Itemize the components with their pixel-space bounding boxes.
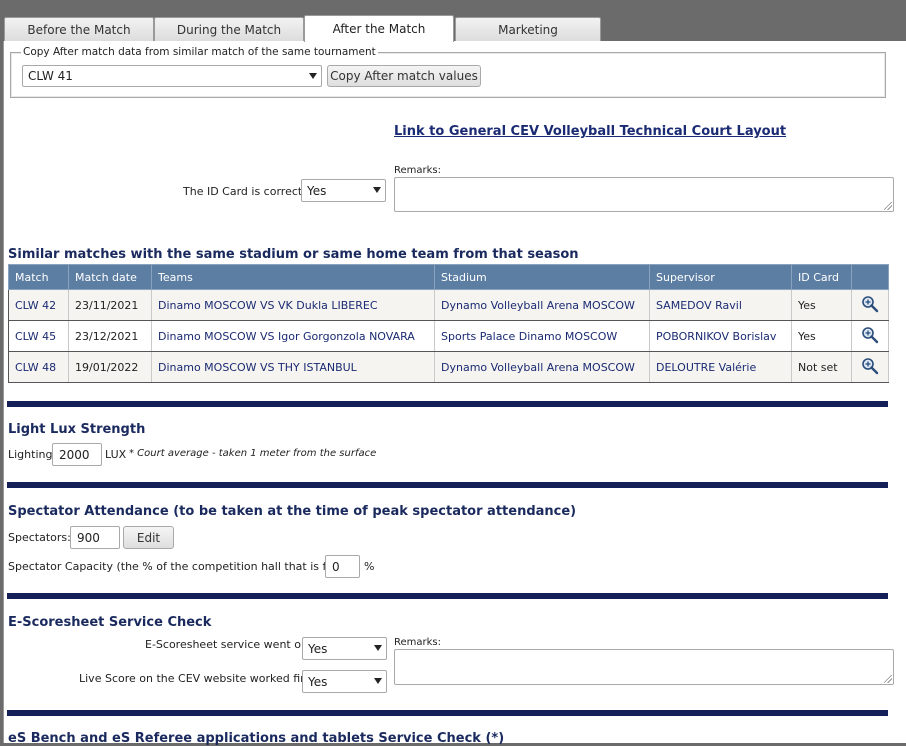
lighting-input-value: 2000	[59, 447, 90, 462]
escoresheet-service-label: E-Scoresheet service went ok:	[145, 638, 312, 651]
similar-match-select-value: CLW 41	[28, 69, 73, 83]
edit-button-label: Edit	[136, 530, 161, 545]
court-layout-link[interactable]: Link to General CEV Volleyball Technical…	[394, 124, 786, 139]
chevron-down-icon	[374, 678, 382, 684]
column-header-actions	[851, 264, 889, 290]
light-title: Light Lux Strength	[8, 422, 146, 437]
cell-supervisor: POBORNIKOV Borislav	[649, 320, 792, 352]
tab-label: Marketing	[498, 23, 558, 37]
chevron-down-icon	[374, 645, 382, 651]
column-header-supervisor[interactable]: Supervisor	[649, 264, 792, 290]
similar-match-select[interactable]: CLW 41	[22, 65, 322, 87]
capacity-input-value: 0	[332, 559, 340, 574]
similar-matches-table: Match Match date Teams Stadium Superviso…	[8, 264, 889, 383]
table-row: CLW 48 19/01/2022 Dinamo MOSCOW VS THY I…	[8, 351, 889, 383]
cell-supervisor: SAMEDOV Ravil	[649, 289, 792, 321]
lighting-label: Lighting	[8, 448, 53, 461]
tab-marketing[interactable]: Marketing	[455, 17, 601, 42]
spectators-title: Spectator Attendance (to be taken at the…	[8, 504, 577, 519]
cell-stadium: Sports Palace Dinamo MOSCOW	[434, 320, 650, 352]
magnifier-plus-icon[interactable]	[861, 326, 879, 344]
tab-label: After the Match	[332, 22, 426, 36]
edit-spectators-button[interactable]: Edit	[123, 526, 174, 549]
spectators-label: Spectators:	[8, 531, 71, 544]
escoresheet-service-select[interactable]: Yes	[302, 637, 387, 660]
cell-match: CLW 42	[8, 289, 69, 321]
tab-bar: Before the Match During the Match After …	[0, 0, 906, 42]
cell-teams: Dinamo MOSCOW VS THY ISTANBUL	[151, 351, 435, 383]
table-row: CLW 45 23/12/2021 Dinamo MOSCOW VS Igor …	[8, 320, 889, 352]
tab-label: Before the Match	[27, 23, 131, 37]
column-header-stadium[interactable]: Stadium	[434, 264, 650, 290]
chevron-down-icon	[309, 73, 317, 79]
chevron-down-icon	[373, 187, 381, 193]
view-details-button[interactable]	[851, 289, 889, 321]
spectators-input[interactable]: 900	[70, 526, 120, 549]
id-card-select-value: Yes	[307, 183, 327, 198]
tab-before-the-match[interactable]: Before the Match	[4, 17, 154, 42]
table-row: CLW 42 23/11/2021 Dinamo MOSCOW VS VK Du…	[8, 289, 889, 321]
column-header-match[interactable]: Match	[8, 264, 69, 290]
cell-id-card: Yes	[791, 320, 852, 352]
esbench-title: eS Bench and eS Referee applications and…	[8, 731, 505, 746]
livescore-select[interactable]: Yes	[302, 670, 387, 693]
escoresheet-remarks-textarea[interactable]	[394, 649, 894, 685]
similar-matches-title: Similar matches with the same stadium or…	[8, 247, 579, 262]
magnifier-plus-icon[interactable]	[861, 295, 879, 313]
id-card-select[interactable]: Yes	[301, 179, 386, 202]
tab-after-the-match[interactable]: After the Match	[304, 15, 454, 42]
cell-date: 23/12/2021	[68, 320, 152, 352]
livescore-value: Yes	[308, 674, 328, 689]
section-divider	[7, 401, 888, 407]
id-card-label: The ID Card is correct?	[183, 185, 309, 198]
cell-date: 23/11/2021	[68, 289, 152, 321]
tab-label: During the Match	[176, 23, 282, 37]
cell-stadium: Dynamo Volleyball Arena MOSCOW	[434, 289, 650, 321]
cell-match: CLW 45	[8, 320, 69, 352]
lux-unit: LUX	[105, 448, 127, 461]
capacity-input[interactable]: 0	[325, 555, 360, 578]
copy-after-match-fieldset: Copy After match data from similar match…	[10, 46, 886, 98]
magnifier-plus-icon[interactable]	[861, 357, 879, 375]
cell-id-card: Yes	[791, 289, 852, 321]
cell-teams: Dinamo MOSCOW VS VK Dukla LIBEREC	[151, 289, 435, 321]
section-divider	[7, 593, 888, 599]
spectators-input-value: 900	[77, 530, 100, 545]
section-divider	[7, 482, 888, 488]
cell-match: CLW 48	[8, 351, 69, 383]
lux-note: * Court average - taken 1 meter from the…	[129, 448, 377, 459]
section-divider	[7, 710, 888, 716]
id-card-remarks-textarea[interactable]	[394, 177, 894, 212]
after-match-panel: Copy After match data from similar match…	[3, 41, 906, 746]
capacity-label: Spectator Capacity (the % of the competi…	[8, 560, 348, 573]
lighting-input[interactable]: 2000	[52, 443, 102, 466]
cell-stadium: Dynamo Volleyball Arena MOSCOW	[434, 351, 650, 383]
escoresheet-service-value: Yes	[308, 641, 328, 656]
copy-legend: Copy After match data from similar match…	[21, 46, 378, 58]
view-details-button[interactable]	[851, 351, 889, 383]
resize-grip-icon[interactable]	[884, 675, 892, 683]
resize-grip-icon[interactable]	[884, 202, 892, 210]
copy-after-match-values-button[interactable]: Copy After match values	[327, 65, 481, 87]
column-header-teams[interactable]: Teams	[151, 264, 435, 290]
cell-teams: Dinamo MOSCOW VS Igor Gorgonzola NOVARA	[151, 320, 435, 352]
copy-button-label: Copy After match values	[330, 69, 478, 83]
escoresheet-remarks-label: Remarks:	[394, 637, 442, 648]
cell-supervisor: DELOUTRE Valérie	[649, 351, 792, 383]
column-header-id-card[interactable]: ID Card	[791, 264, 852, 290]
capacity-unit: %	[364, 560, 375, 573]
cell-date: 19/01/2022	[68, 351, 152, 383]
id-card-remarks-label: Remarks:	[394, 165, 442, 176]
livescore-label: Live Score on the CEV website worked fin…	[79, 672, 318, 685]
tab-during-the-match[interactable]: During the Match	[154, 17, 304, 42]
view-details-button[interactable]	[851, 320, 889, 352]
escoresheet-title: E-Scoresheet Service Check	[8, 615, 212, 630]
table-header-row: Match Match date Teams Stadium Superviso…	[8, 264, 889, 290]
column-header-match-date[interactable]: Match date	[68, 264, 152, 290]
cell-id-card: Not set	[791, 351, 852, 383]
